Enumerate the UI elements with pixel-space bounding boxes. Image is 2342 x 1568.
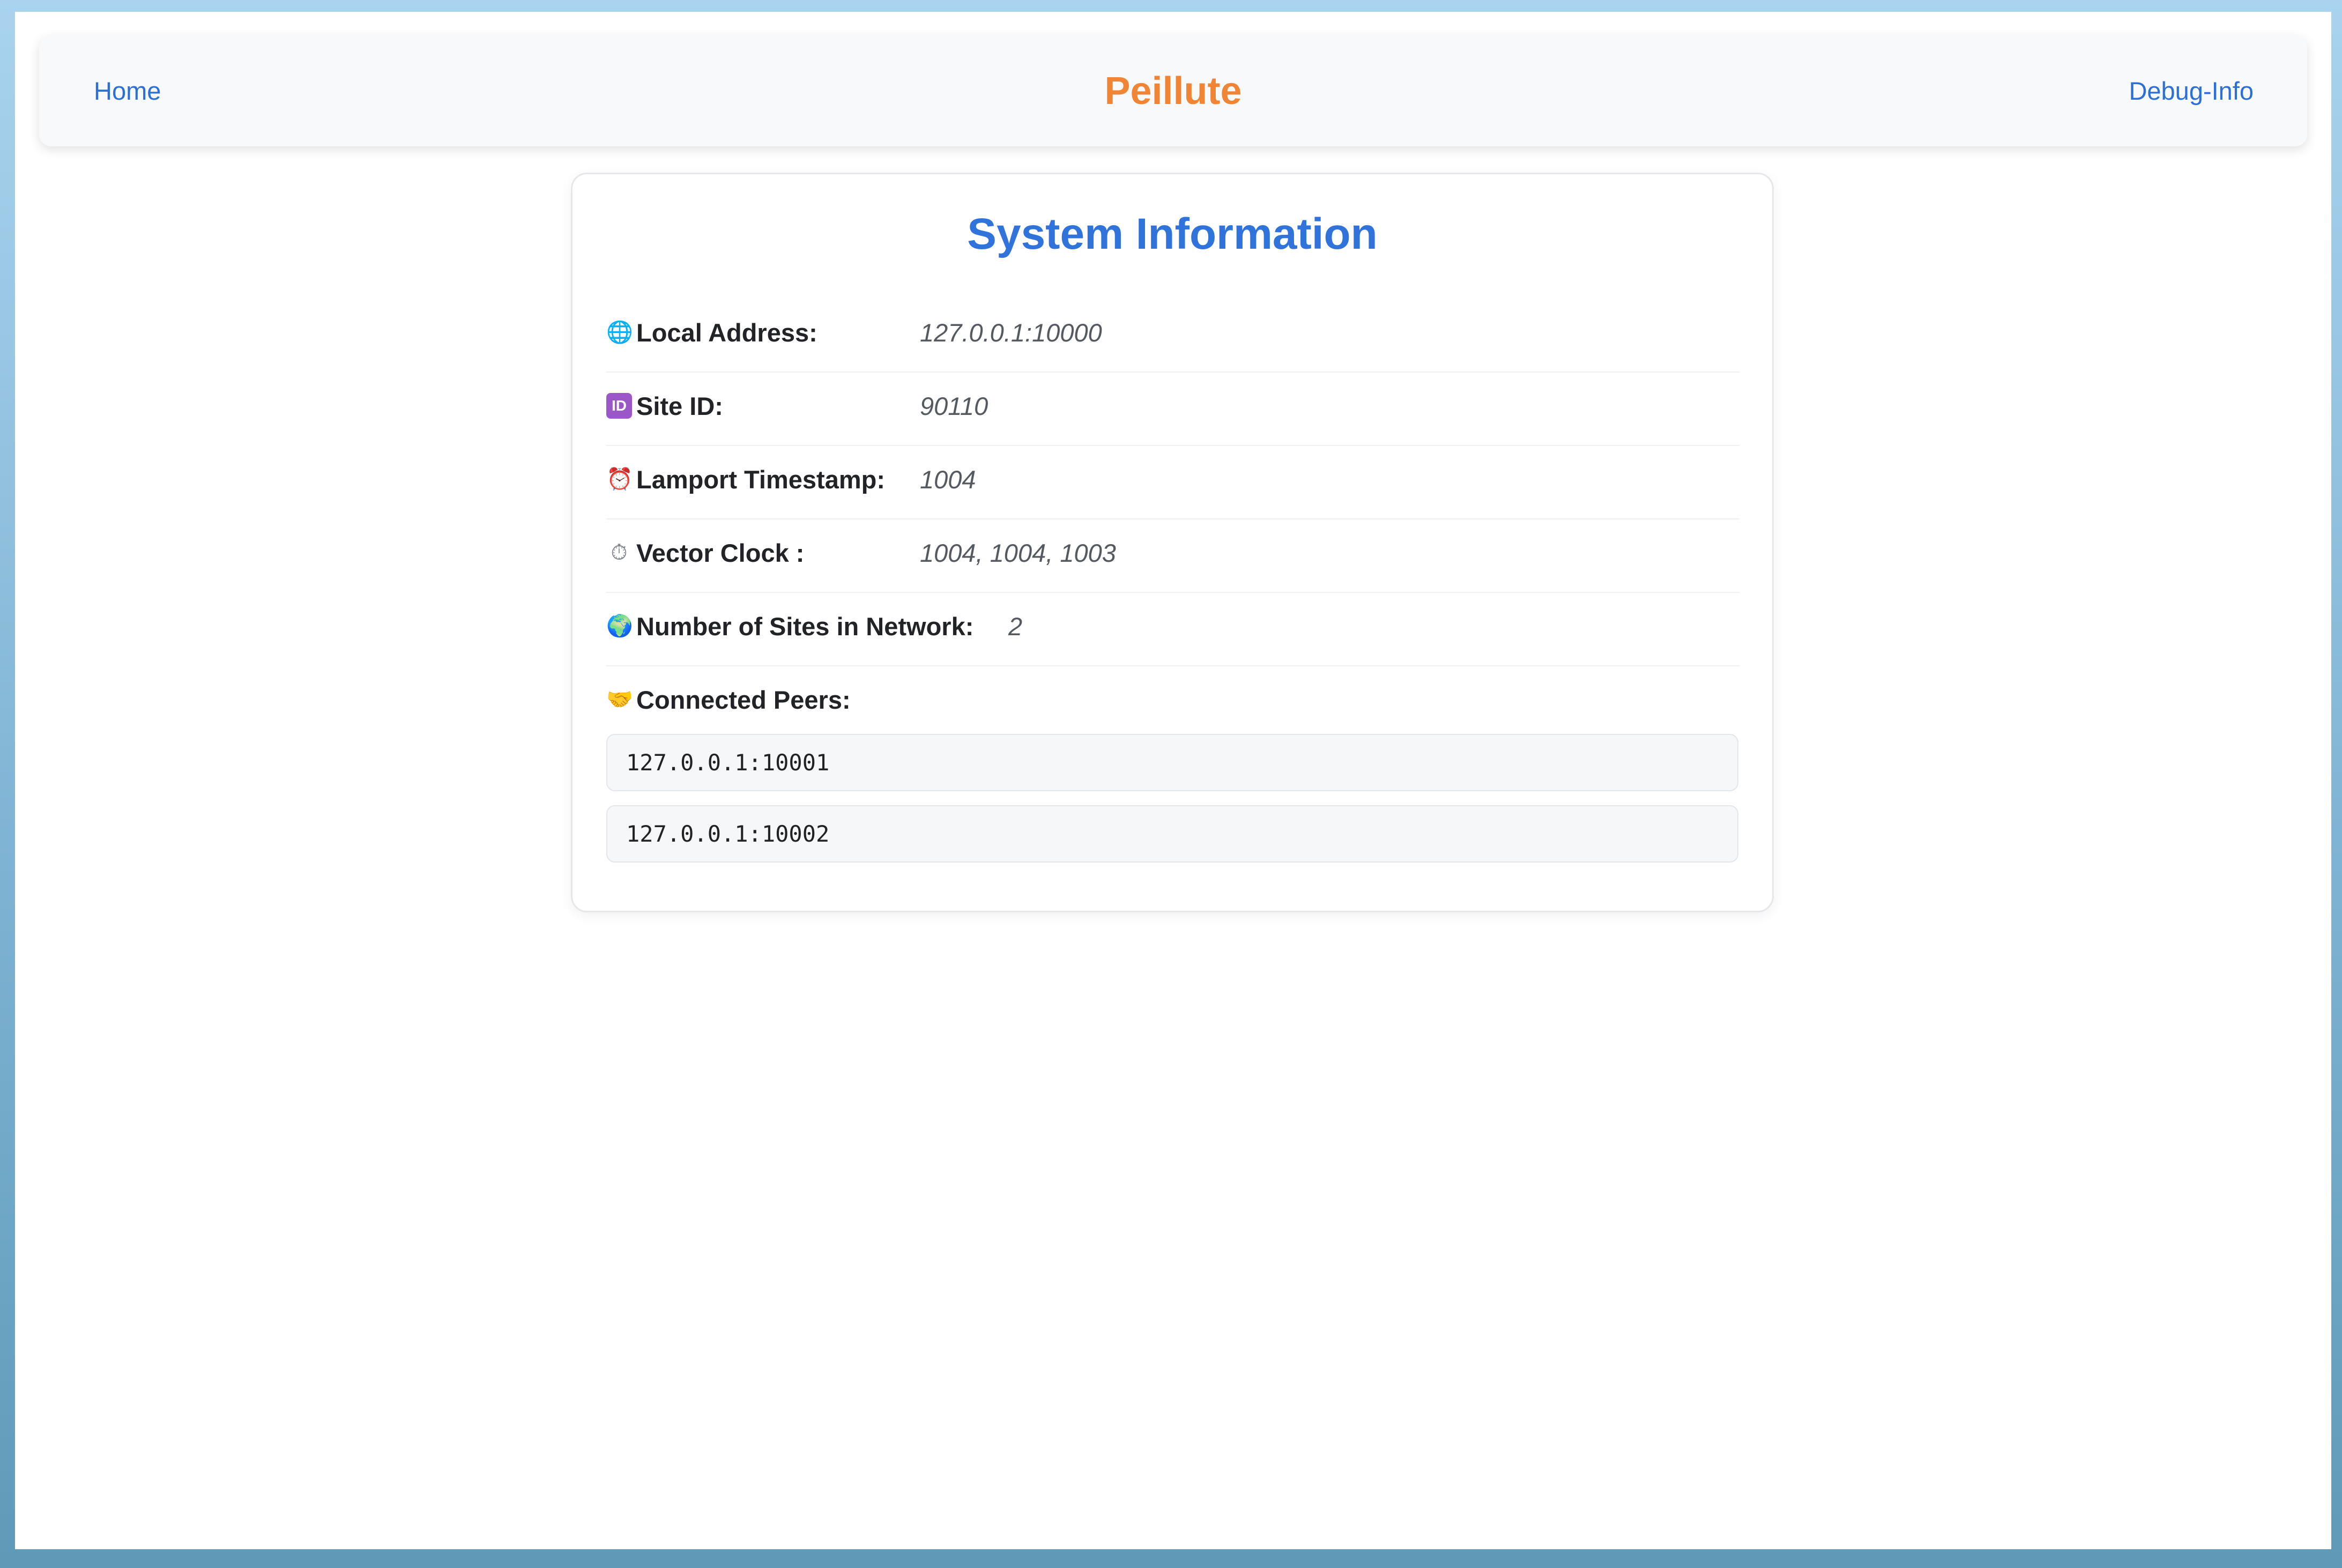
system-info-card: System Information 🌐 Local Address: 127.… <box>571 173 1774 912</box>
earth-globe-icon: 🌍 <box>606 614 633 638</box>
id-icon: ID <box>606 393 632 419</box>
lamport-timestamp-value: 1004 <box>920 465 976 494</box>
info-row-vector-clock: ⏱ Vector Clock : 1004, 1004, 1003 <box>606 519 1739 593</box>
lamport-timestamp-label: Lamport Timestamp: <box>636 465 885 494</box>
top-navbar: Home Peillute Debug-Info <box>39 36 2307 146</box>
connected-peers-label: Connected Peers: <box>636 686 851 714</box>
site-id-label: Site ID: <box>636 392 723 420</box>
nav-debug-info-link[interactable]: Debug-Info <box>2129 36 2254 146</box>
globe-icon: 🌐 <box>606 320 633 345</box>
number-of-sites-value: 2 <box>1008 612 1023 641</box>
peer-item: 127.0.0.1:10001 <box>606 734 1738 791</box>
vector-clock-value: 1004, 1004, 1003 <box>920 539 1116 567</box>
local-address-label: Local Address: <box>636 318 817 347</box>
vector-clock-label: Vector Clock : <box>636 539 805 567</box>
handshake-icon: 🤝 <box>606 687 633 712</box>
number-of-sites-label: Number of Sites in Network: <box>636 612 974 641</box>
site-id-value: 90110 <box>920 392 988 420</box>
stopwatch-icon: ⏱ <box>611 540 628 565</box>
browser-viewport: Home Peillute Debug-Info System Informat… <box>15 12 2331 1549</box>
brand-title: Peillute <box>1104 70 1242 113</box>
info-row-lamport-timestamp: ⏰ Lamport Timestamp: 1004 <box>606 446 1739 519</box>
card-title: System Information <box>967 210 1378 258</box>
alarm-clock-icon: ⏰ <box>606 467 633 492</box>
info-row-local-address: 🌐 Local Address: 127.0.0.1:10000 <box>606 299 1739 373</box>
connected-peers-header: 🤝 Connected Peers: <box>606 666 1739 740</box>
local-address-value: 127.0.0.1:10000 <box>920 318 1102 347</box>
info-row-number-of-sites: 🌍 Number of Sites in Network: 2 <box>606 593 1739 666</box>
peer-item: 127.0.0.1:10002 <box>606 805 1738 863</box>
nav-home-link[interactable]: Home <box>94 36 161 146</box>
info-row-site-id: ID Site ID: 90110 <box>606 373 1739 446</box>
